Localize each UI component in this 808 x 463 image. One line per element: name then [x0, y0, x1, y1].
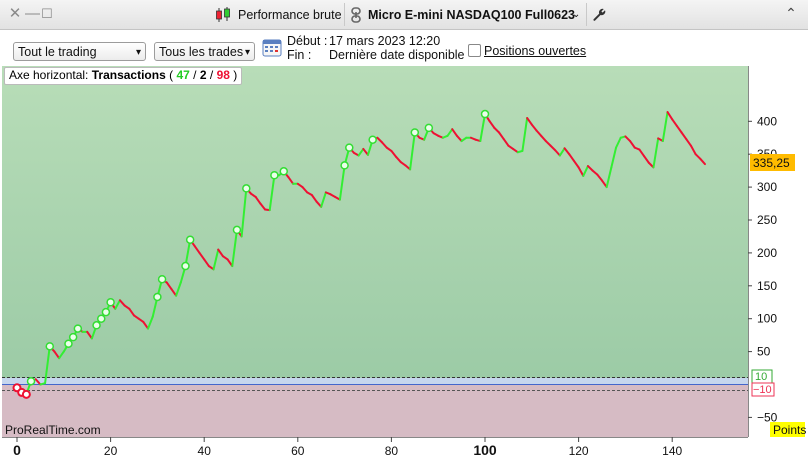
y-tick-label: 250	[757, 213, 777, 227]
end-date[interactable]: Dernière date disponible	[329, 48, 465, 62]
losers-count: 98	[216, 68, 230, 82]
winners-count: 47	[176, 68, 190, 82]
new-high-marker	[68, 332, 78, 342]
new-high-marker	[185, 235, 195, 244]
x-tick-label: 100	[473, 442, 497, 458]
new-high-marker	[73, 324, 83, 333]
instrument-name: Micro E-mini NASDAQ100 Full0623	[368, 8, 576, 22]
chevron-down-icon: ▾	[244, 47, 250, 58]
calendar-icon[interactable]	[262, 37, 282, 62]
x-tick-label: 120	[569, 444, 589, 458]
new-high-marker	[101, 307, 111, 317]
new-high-marker	[26, 376, 36, 386]
maximize-icon[interactable]: ☐	[40, 6, 54, 22]
axis-label: Axe horizontal:	[9, 68, 89, 82]
y-tick-label: 300	[757, 180, 777, 194]
trading-select-value: Tout le trading	[18, 45, 97, 59]
current-value-label: 335,25	[753, 156, 790, 170]
new-high-marker	[153, 292, 162, 302]
new-high-marker	[64, 339, 73, 348]
paren-open: (	[169, 68, 174, 82]
new-high-marker	[410, 128, 420, 137]
new-high-marker	[345, 143, 354, 152]
neutral-count: 2	[199, 68, 207, 82]
wrench-icon[interactable]	[592, 7, 607, 27]
x-tick-label: 0	[13, 442, 21, 458]
y-tick-label: 50	[757, 345, 771, 359]
x-tick-label: 140	[662, 444, 682, 458]
close-icon[interactable]: ✕	[8, 6, 22, 22]
start-date[interactable]: 17 mars 2023 12:20	[329, 34, 440, 48]
open-positions-checkbox[interactable]	[468, 44, 481, 57]
performance-chart[interactable]: −5050100150200250300350400 0204060801001…	[2, 66, 806, 458]
y-tick-label: 100	[757, 312, 777, 326]
lower-threshold-label: −10	[753, 384, 772, 396]
paren-close: )	[233, 68, 238, 82]
watermark: ProRealTime.com	[5, 423, 101, 437]
end-label: Fin :	[287, 48, 312, 62]
upper-threshold-label: 10	[755, 371, 767, 383]
title-bar: ✕ — ☐ Performance brute Micro E-mini NAS…	[0, 0, 808, 30]
new-high-marker	[242, 184, 251, 193]
settings-toolbar: Tout le trading ▾ Tous les trades ▾ Débu…	[0, 30, 808, 66]
new-high-marker	[270, 171, 279, 180]
x-axis-panel	[2, 437, 806, 458]
chart-header: Axe horizontal: Transactions ( 47 / 2 / …	[4, 67, 243, 85]
performance-chart-svg[interactable]: −5050100150200250300350400 0204060801001…	[2, 66, 806, 458]
trades-select-value: Tous les trades	[159, 45, 244, 59]
new-high-marker	[232, 225, 242, 235]
new-high-marker	[106, 298, 115, 307]
x-tick-label: 20	[104, 444, 118, 458]
trades-select[interactable]: Tous les trades ▾	[154, 42, 255, 61]
new-high-marker	[279, 167, 289, 176]
new-high-marker	[92, 321, 101, 330]
loss-zone	[2, 385, 748, 437]
collapse-chevron-icon[interactable]: ⌃	[784, 5, 798, 21]
trading-select[interactable]: Tout le trading ▾	[13, 42, 146, 61]
minimize-icon[interactable]: —	[25, 6, 40, 22]
chevron-down-icon: ⌄	[572, 9, 581, 20]
new-high-marker	[157, 274, 167, 284]
y-tick-label: 400	[757, 114, 777, 128]
candlestick-icon	[214, 6, 232, 29]
window-title: Performance brute	[238, 8, 342, 22]
title-separator	[586, 3, 587, 26]
x-tick-label: 40	[198, 444, 212, 458]
link-icon[interactable]	[350, 7, 362, 28]
x-tick-label: 60	[291, 444, 305, 458]
title-separator	[344, 3, 345, 26]
new-high-marker	[181, 261, 190, 271]
new-high-marker	[340, 161, 349, 170]
open-positions-label[interactable]: Positions ouvertes	[484, 44, 586, 58]
drawdown-marker	[21, 389, 31, 399]
separator: /	[209, 68, 214, 82]
new-high-marker	[424, 123, 434, 133]
y-tick-label: 150	[757, 279, 777, 293]
new-high-marker	[45, 342, 55, 351]
new-high-marker	[368, 135, 377, 144]
axis-mode[interactable]: Transactions	[92, 68, 166, 82]
chevron-down-icon: ▾	[135, 47, 141, 58]
separator: /	[193, 68, 197, 82]
profit-zone	[2, 66, 748, 378]
new-high-marker	[480, 109, 490, 119]
units-label: Points	[773, 423, 806, 437]
x-tick-label: 80	[385, 444, 399, 458]
start-label: Début :	[287, 34, 328, 48]
neutral-zone	[2, 378, 748, 385]
y-tick-label: 200	[757, 246, 777, 260]
new-high-marker	[96, 314, 106, 323]
